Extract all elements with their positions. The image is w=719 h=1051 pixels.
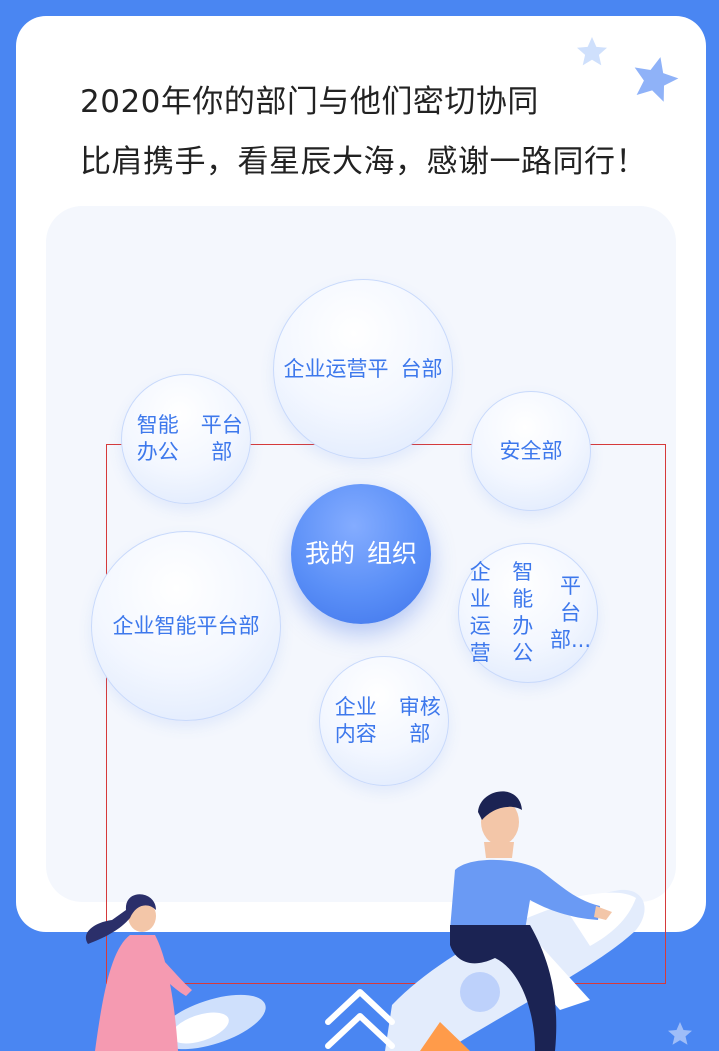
bubble-label: 智能办公 bbox=[512, 560, 534, 665]
star-icon-small bbox=[577, 37, 607, 66]
bubble-label: 组织 bbox=[367, 539, 418, 568]
bubble-smart-office[interactable]: 智能办公 平台部 bbox=[121, 374, 251, 504]
bubble-label: 台部 bbox=[400, 356, 443, 381]
bubble-label: 安全部 bbox=[499, 438, 563, 463]
rocket-illustration bbox=[85, 791, 692, 1051]
bubble-label: 平台部 bbox=[200, 413, 243, 464]
bubble-enterprise-operations[interactable]: 企业运营平 台部 bbox=[273, 279, 453, 459]
bubble-ops-smart-office[interactable]: 企业运营 智能办公 平台部... bbox=[458, 543, 598, 683]
bubble-label: 智能办公 bbox=[136, 413, 179, 464]
bubble-label: 企业智能平台部 bbox=[112, 613, 260, 638]
star-icon-corner bbox=[668, 1022, 692, 1045]
woman-illustration bbox=[85, 894, 192, 1051]
headline-line-1: 2020年你的部门与他们密切协同 bbox=[80, 84, 539, 120]
bubble-enterprise-intelligence[interactable]: 企业智能平台部 bbox=[91, 531, 281, 721]
bubble-label: 企业内容 bbox=[334, 695, 377, 746]
bubble-my-organization[interactable]: 我的 组织 bbox=[291, 484, 431, 624]
bubble-label: 企业运营 bbox=[469, 560, 491, 665]
scroll-up-chevron-icon bbox=[325, 989, 395, 1049]
bubble-label: 企业运营平 bbox=[283, 356, 389, 381]
star-icon-large bbox=[634, 57, 679, 102]
headline-line-2: 比肩携手，看星辰大海，感谢一路同行！ bbox=[80, 144, 647, 180]
bubble-label: 我的 bbox=[304, 539, 355, 568]
bubble-label: 平台部... bbox=[549, 573, 591, 652]
bubble-label: 审核部 bbox=[398, 695, 441, 746]
bubble-security[interactable]: 安全部 bbox=[471, 391, 591, 511]
